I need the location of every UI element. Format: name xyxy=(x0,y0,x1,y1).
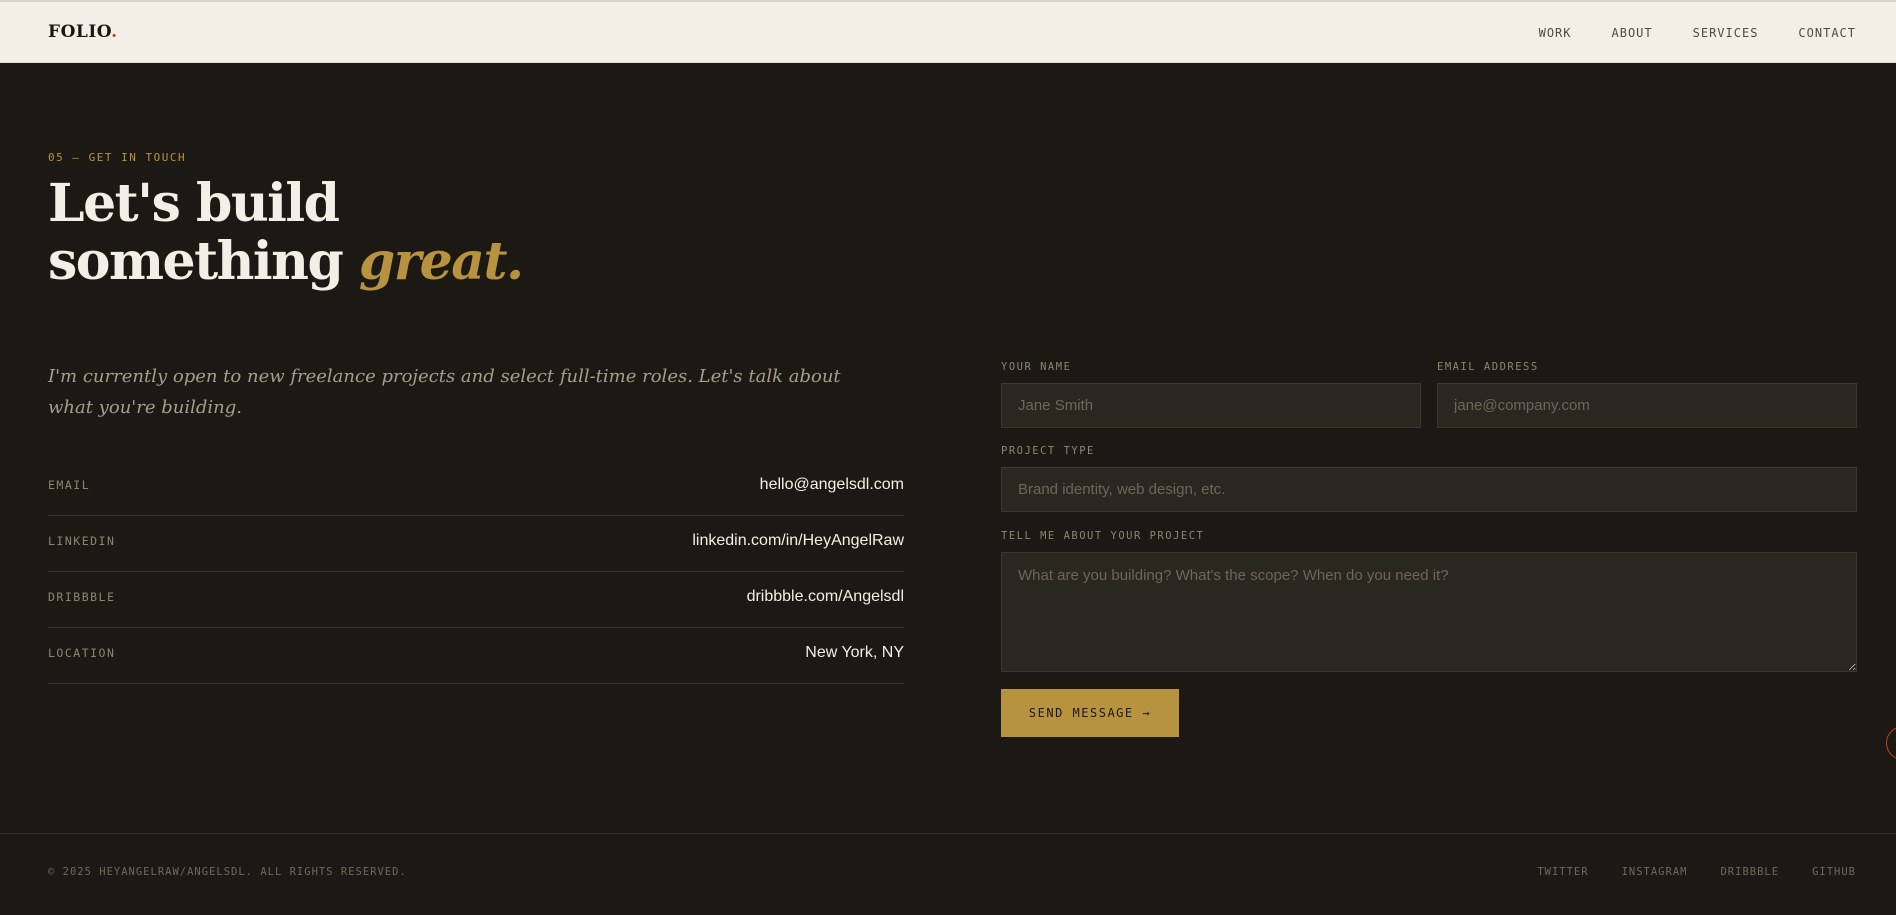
contact-section: 05 — GET IN TOUCH Let's build something … xyxy=(0,63,1896,915)
project-type-label: PROJECT TYPE xyxy=(1001,445,1095,457)
floating-cursor-icon[interactable] xyxy=(1886,726,1896,760)
contact-row-linkedin: LINKEDIN linkedin.com/in/HeyAngelRaw xyxy=(48,516,904,572)
main-nav: WORK ABOUT SERVICES CONTACT xyxy=(1539,26,1856,40)
email-link[interactable]: hello@angelsdl.com xyxy=(760,476,904,494)
project-type-input[interactable] xyxy=(1001,467,1857,512)
contact-label: LINKEDIN xyxy=(48,533,116,548)
message-textarea[interactable] xyxy=(1001,552,1857,672)
social-twitter[interactable]: TWITTER xyxy=(1537,866,1588,878)
nav-work[interactable]: WORK xyxy=(1539,26,1572,40)
social-links: TWITTER INSTAGRAM DRIBBBLE GITHUB xyxy=(1537,866,1856,878)
contact-row-dribbble: DRIBBBLE dribbble.com/Angelsdl xyxy=(48,572,904,628)
message-label: TELL ME ABOUT YOUR PROJECT xyxy=(1001,530,1205,542)
nav-contact[interactable]: CONTACT xyxy=(1798,26,1856,40)
page-title: Let's build something great. xyxy=(48,173,524,292)
logo[interactable]: FOLIO. xyxy=(48,22,118,42)
name-input[interactable] xyxy=(1001,383,1421,428)
page: FOLIO. WORK ABOUT SERVICES CONTACT 05 — … xyxy=(0,0,1896,915)
title-accent: great. xyxy=(358,231,524,292)
contact-label: EMAIL xyxy=(48,477,91,492)
linkedin-link[interactable]: linkedin.com/in/HeyAngelRaw xyxy=(692,532,904,550)
social-dribbble[interactable]: DRIBBBLE xyxy=(1720,866,1779,878)
contact-list: EMAIL hello@angelsdl.com LINKEDIN linked… xyxy=(48,460,904,684)
footer-divider xyxy=(0,833,1896,834)
location-value: New York, NY xyxy=(805,643,904,661)
social-github[interactable]: GITHUB xyxy=(1812,866,1856,878)
copyright: © 2025 HEYANGELRAW/ANGELSDL. ALL RIGHTS … xyxy=(48,866,407,878)
nav-about[interactable]: ABOUT xyxy=(1612,26,1653,40)
contact-row-email: EMAIL hello@angelsdl.com xyxy=(48,460,904,516)
nav-services[interactable]: SERVICES xyxy=(1693,26,1759,40)
contact-label: DRIBBBLE xyxy=(48,589,116,604)
logo-dot: . xyxy=(111,22,118,42)
email-label: EMAIL ADDRESS xyxy=(1437,361,1539,373)
title-line-1: Let's build xyxy=(48,173,340,234)
logo-text: FOLIO xyxy=(48,22,112,42)
name-label: YOUR NAME xyxy=(1001,361,1072,373)
dribbble-link[interactable]: dribbble.com/Angelsdl xyxy=(747,588,904,606)
contact-row-location: LOCATION New York, NY xyxy=(48,628,904,684)
send-message-button[interactable]: SEND MESSAGE → xyxy=(1001,689,1179,737)
intro-text: I'm currently open to new freelance proj… xyxy=(48,366,841,418)
email-input[interactable] xyxy=(1437,383,1857,428)
social-instagram[interactable]: INSTAGRAM xyxy=(1622,866,1688,878)
site-header: FOLIO. WORK ABOUT SERVICES CONTACT xyxy=(0,2,1896,63)
section-eyebrow: 05 — GET IN TOUCH xyxy=(48,151,187,164)
title-line-2: something xyxy=(48,231,344,292)
contact-label: LOCATION xyxy=(48,645,116,660)
